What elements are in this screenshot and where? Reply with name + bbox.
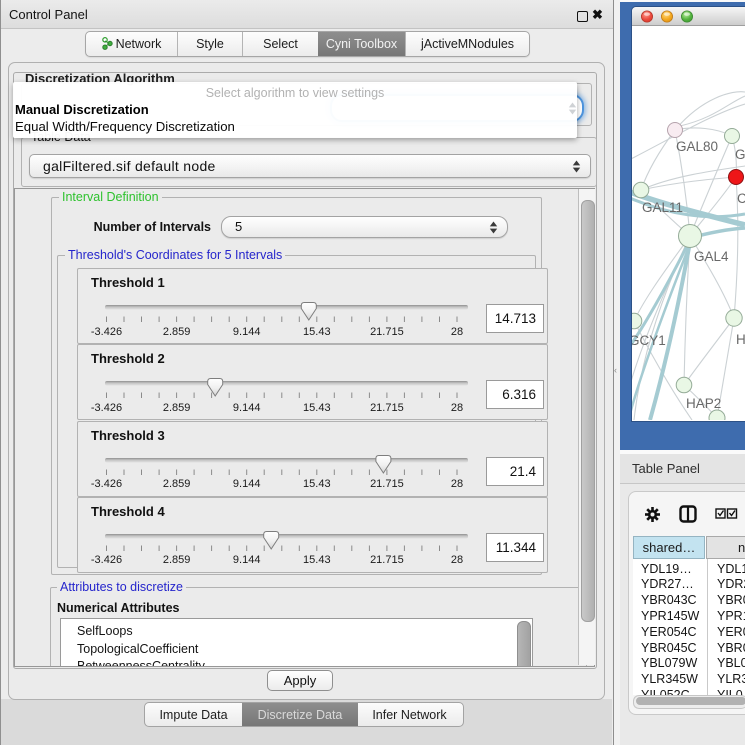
svg-text:C: C	[737, 191, 745, 206]
svg-text:HAP2: HAP2	[686, 396, 721, 411]
svg-text:GAL11: GAL11	[642, 200, 683, 215]
svg-text:GA: GA	[735, 147, 745, 162]
svg-text:GCY1: GCY1	[632, 333, 666, 348]
svg-text:GAL4: GAL4	[694, 249, 729, 264]
svg-text:H: H	[736, 332, 745, 347]
svg-text:GAL80: GAL80	[676, 139, 718, 154]
